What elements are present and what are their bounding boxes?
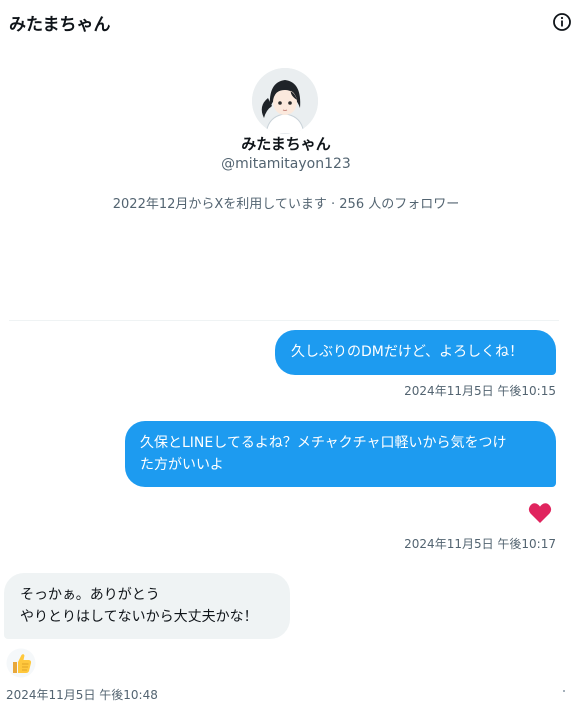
thumbs-up-icon[interactable] <box>6 648 36 678</box>
message-timestamp: 2024年11月5日 午後10:15 <box>404 384 556 398</box>
info-circle-icon[interactable] <box>552 12 572 32</box>
message-bubble-sent[interactable]: 久しぶりのDMだけど、よろしくね！ <box>275 330 556 375</box>
profile-join-followers: 2022年12月からXを利用しています · 256 人のフォロワー <box>112 197 460 212</box>
divider <box>9 320 559 321</box>
message-timestamp: 2024年11月5日 午後10:17 <box>404 537 556 551</box>
message-text: 久しぶりのDMだけど、よろしくね！ <box>291 344 524 360</box>
profile-handle[interactable]: @mitamitayon123 <box>0 156 572 172</box>
message-text: そっかぁ。ありがとう <box>20 587 160 603</box>
message-text: やりとりはしてないから大丈夫かな！ <box>20 609 258 625</box>
message-bubble-received[interactable]: そっかぁ。ありがとう やりとりはしてないから大丈夫かな！ <box>4 573 290 639</box>
conversation-title: みたまちゃん <box>9 15 111 35</box>
scroll-indicator <box>563 690 565 692</box>
message-timestamp: 2024年11月5日 午後10:48 <box>6 688 158 702</box>
message-bubble-sent[interactable]: 久保とLINEしてるよね？メチャクチャ口軽いから気をつけ た方がいいよ <box>125 421 556 487</box>
message-text: 久保とLINEしてるよね？メチャクチャ口軽いから気をつけ <box>140 435 507 451</box>
heart-icon[interactable] <box>528 502 552 524</box>
profile-name[interactable]: みたまちゃん <box>0 133 572 154</box>
conversation-header: みたまちゃん <box>0 0 572 44</box>
profile-avatar[interactable] <box>252 68 318 134</box>
message-text: た方がいいよ <box>140 457 224 473</box>
